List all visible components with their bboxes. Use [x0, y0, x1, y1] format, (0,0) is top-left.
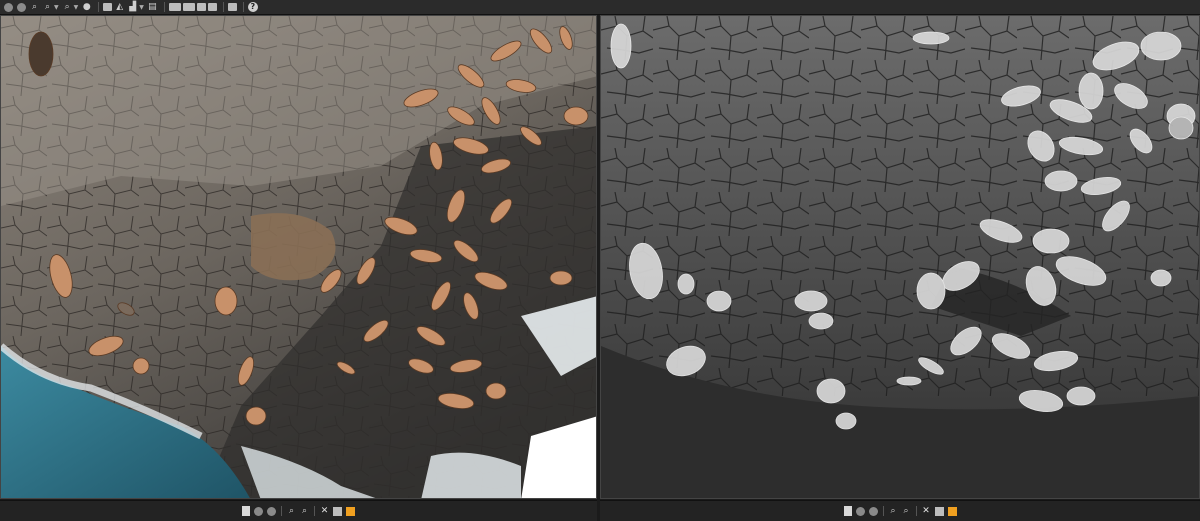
- zoom-actual-dropdown-icon[interactable]: ▼: [54, 4, 59, 11]
- close-icon[interactable]: ✕: [922, 506, 931, 516]
- rgb-orthophoto: [1, 16, 596, 498]
- toolbar-divider: [242, 2, 244, 12]
- contrast-icon[interactable]: ◭: [114, 2, 125, 13]
- zoom-out-icon[interactable]: ⌕: [300, 506, 309, 516]
- zoom-in-icon[interactable]: [4, 2, 13, 12]
- zoom-fit-icon[interactable]: ⌕: [29, 2, 40, 13]
- toolbar-divider: [281, 506, 282, 516]
- toolbar-divider: [882, 506, 884, 516]
- dot-icon[interactable]: [254, 506, 263, 516]
- layers-icon[interactable]: ●: [81, 2, 92, 13]
- compare-view-icon[interactable]: [196, 3, 206, 11]
- top-toolbar: ⌕ ⌕ ▼ ⌕ ▼ ● ◭ ▟ ▼ ▤ ?: [0, 0, 1200, 15]
- zoom-custom-icon[interactable]: ⌕: [62, 2, 73, 13]
- close-icon[interactable]: ✕: [320, 506, 329, 516]
- histogram-dropdown-icon[interactable]: ▼: [139, 4, 144, 11]
- left-image-view[interactable]: [0, 15, 597, 499]
- toolbar-divider: [314, 506, 315, 516]
- edit-icon[interactable]: [947, 506, 957, 516]
- save-view-icon[interactable]: [227, 3, 237, 11]
- grayscale-image: [601, 16, 1199, 498]
- grid-icon[interactable]: [333, 506, 342, 516]
- split-view-icon[interactable]: [182, 3, 195, 11]
- zoom-actual-icon[interactable]: ⌕: [42, 2, 53, 13]
- page-icon[interactable]: [242, 506, 250, 516]
- panel-icon[interactable]: [103, 3, 113, 11]
- histogram-icon[interactable]: ▟: [127, 2, 138, 13]
- toolbar-divider: [915, 506, 917, 516]
- edit-icon[interactable]: [346, 506, 355, 516]
- dot-icon[interactable]: [855, 506, 865, 516]
- zoom-out-icon[interactable]: [17, 2, 26, 12]
- toolbar-divider: [163, 2, 165, 12]
- zoom-custom-dropdown-icon[interactable]: ▼: [74, 4, 79, 11]
- help-icon[interactable]: ?: [247, 2, 258, 12]
- sync-view-icon[interactable]: [207, 3, 217, 11]
- document-icon[interactable]: ▤: [147, 2, 158, 13]
- zoom-in-icon[interactable]: ⌕: [287, 506, 296, 516]
- right-image-view[interactable]: [600, 15, 1200, 499]
- left-view-toolbar: ⌕ ⌕ ✕: [0, 500, 597, 521]
- right-view-toolbar: ⌕ ⌕ ✕: [600, 500, 1200, 521]
- dot-icon[interactable]: [868, 506, 878, 516]
- toolbar-divider: [222, 2, 224, 12]
- zoom-in-icon[interactable]: ⌕: [889, 506, 898, 516]
- dot-icon[interactable]: [267, 506, 276, 516]
- toolbar-divider: [98, 2, 100, 12]
- page-icon[interactable]: [843, 506, 852, 516]
- single-view-icon[interactable]: [168, 3, 181, 11]
- grid-icon[interactable]: [934, 506, 944, 516]
- zoom-out-icon[interactable]: ⌕: [902, 506, 911, 516]
